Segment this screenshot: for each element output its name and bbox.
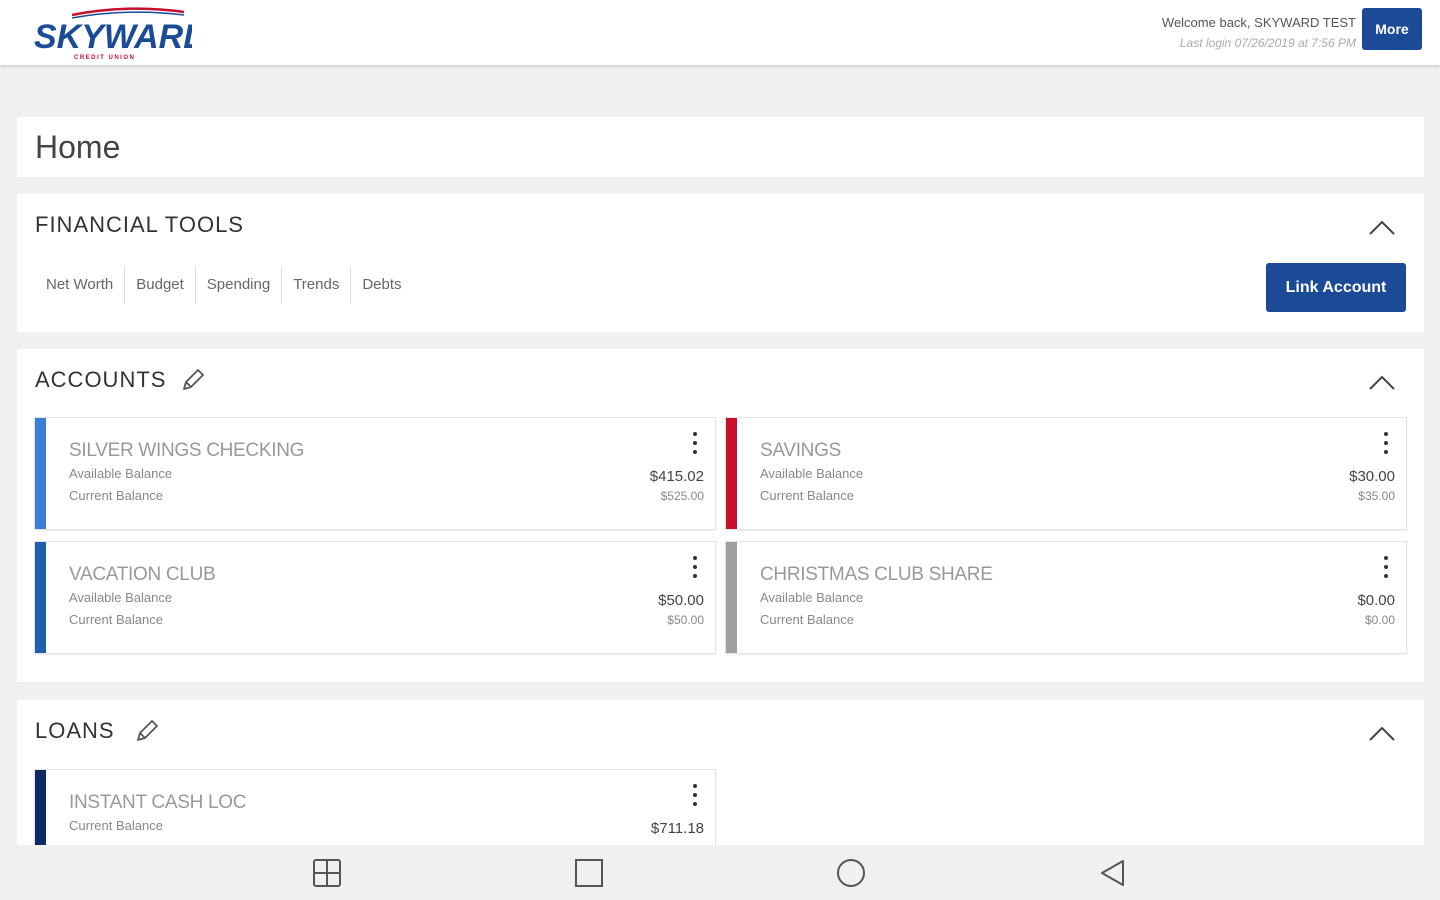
current-balance-value: $35.00 (1358, 489, 1395, 503)
current-balance-value: $525.00 (660, 489, 704, 503)
available-balance-value: $50.00 (658, 592, 704, 609)
available-balance-value: $415.02 (649, 468, 704, 485)
account-color-stripe (35, 418, 46, 529)
account-card[interactable]: SILVER WINGS CHECKING Available Balance … (34, 417, 716, 530)
page-title: Home (35, 129, 121, 165)
tool-spending[interactable]: Spending (194, 266, 281, 304)
recents-square-icon[interactable] (573, 857, 605, 889)
kebab-menu-icon[interactable] (687, 554, 703, 582)
account-name: SAVINGS (760, 440, 841, 461)
chevron-up-icon[interactable] (1368, 724, 1396, 742)
account-color-stripe (726, 418, 737, 529)
tool-net-worth[interactable]: Net Worth (35, 266, 124, 304)
link-account-button[interactable]: Link Account (1266, 263, 1406, 312)
last-login-text: Last login 07/26/2019 at 7:56 PM (1179, 36, 1356, 50)
financial-tools-panel: FINANCIAL TOOLS Net Worth Budget Spendin… (17, 194, 1424, 332)
back-triangle-icon[interactable] (1097, 857, 1129, 889)
kebab-menu-icon[interactable] (687, 782, 703, 810)
available-balance-label: Available Balance (760, 466, 864, 481)
tool-trends[interactable]: Trends (281, 266, 350, 304)
current-balance-value: $50.00 (667, 613, 704, 627)
skyward-logo[interactable]: SKYWARD CREDIT UNION (32, 6, 192, 62)
account-name: SILVER WINGS CHECKING (69, 440, 305, 461)
apps-grid-icon[interactable] (311, 857, 343, 889)
current-balance-label: Current Balance (760, 612, 854, 627)
home-panel: Home (17, 117, 1424, 177)
tool-budget[interactable]: Budget (124, 266, 195, 304)
home-circle-icon[interactable] (835, 857, 867, 889)
chevron-up-icon[interactable] (1368, 373, 1396, 391)
kebab-menu-icon[interactable] (1378, 554, 1394, 582)
welcome-text: Welcome back, SKYWARD TEST (1161, 15, 1356, 30)
welcome-block: Welcome back, SKYWARD TEST Last login 07… (1162, 13, 1356, 53)
account-card[interactable]: CHRISTMAS CLUB SHARE Available Balance C… (725, 541, 1407, 654)
loan-name: INSTANT CASH LOC (69, 792, 247, 813)
logo-text: SKYWARD (34, 18, 192, 56)
tool-debts[interactable]: Debts (350, 266, 412, 304)
account-card[interactable]: SAVINGS Available Balance Current Balanc… (725, 417, 1407, 530)
pencil-icon[interactable] (133, 717, 161, 745)
logo-subtext: CREDIT UNION (74, 55, 135, 61)
kebab-menu-icon[interactable] (687, 430, 703, 458)
top-bar: SKYWARD CREDIT UNION Welcome back, SKYWA… (0, 0, 1440, 66)
financial-tools-title: FINANCIAL TOOLS (35, 212, 244, 237)
current-balance-label: Current Balance (69, 818, 163, 833)
kebab-menu-icon[interactable] (1378, 430, 1394, 458)
accounts-title: ACCOUNTS (35, 367, 167, 392)
available-balance-label: Available Balance (69, 466, 173, 481)
loans-title: LOANS (35, 718, 115, 743)
pencil-icon[interactable] (179, 366, 207, 394)
account-name: VACATION CLUB (69, 564, 216, 585)
more-button[interactable]: More (1362, 8, 1422, 50)
current-balance-label: Current Balance (760, 488, 854, 503)
accounts-panel: ACCOUNTS SILVER WINGS CHECKING Available… (17, 349, 1424, 682)
account-card[interactable]: VACATION CLUB Available Balance Current … (34, 541, 716, 654)
account-name: CHRISTMAS CLUB SHARE (760, 564, 993, 585)
current-balance-value: $711.18 (650, 820, 704, 837)
current-balance-label: Current Balance (69, 612, 163, 627)
current-balance-label: Current Balance (69, 488, 163, 503)
system-nav-bar (0, 845, 1440, 900)
available-balance-value: $0.00 (1357, 592, 1395, 609)
available-balance-label: Available Balance (69, 590, 173, 605)
current-balance-value: $0.00 (1364, 613, 1395, 627)
available-balance-value: $30.00 (1349, 468, 1395, 485)
financial-tools-tabs: Net Worth Budget Spending Trends Debts (35, 266, 413, 304)
account-color-stripe (35, 542, 46, 653)
account-color-stripe (726, 542, 737, 653)
chevron-up-icon[interactable] (1368, 218, 1396, 236)
available-balance-label: Available Balance (760, 590, 864, 605)
